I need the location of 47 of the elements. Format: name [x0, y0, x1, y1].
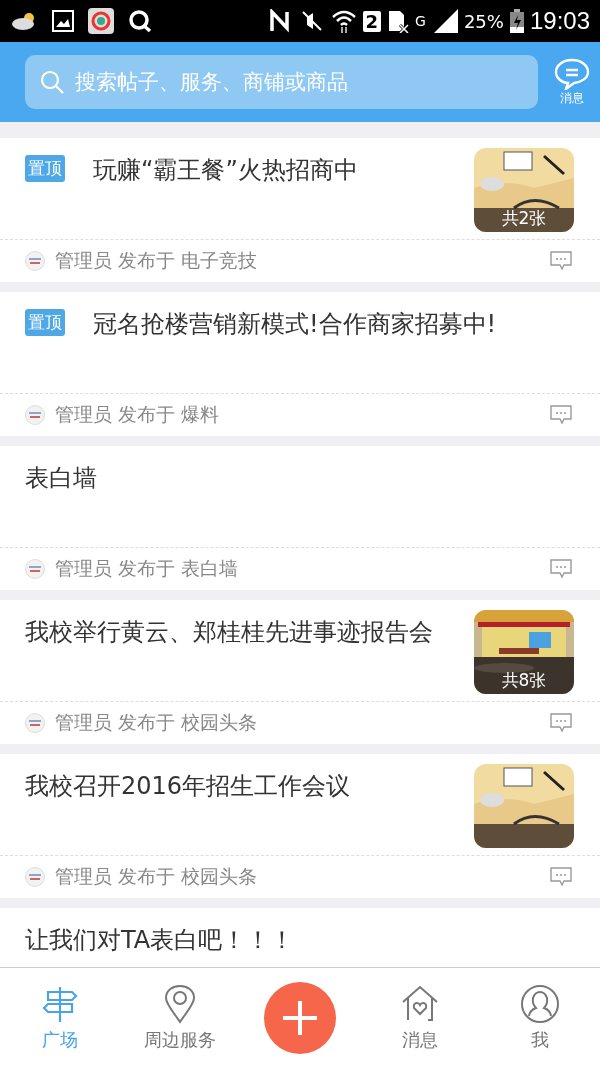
post-meta: 管理员 发布于 电子竞技 — [55, 248, 259, 273]
avatar-icon — [25, 251, 45, 271]
comment-icon[interactable] — [550, 251, 572, 271]
pinned-tag: 置顶 — [25, 155, 65, 182]
app-icon — [88, 8, 114, 34]
avatar-icon — [25, 559, 45, 579]
wifi-icon — [330, 9, 357, 33]
comment-icon[interactable] — [550, 713, 572, 733]
post-card[interactable]: 置顶 冠名抢楼营销新模式!合作商家招募中! 管理员 发布于 爆料 — [0, 292, 600, 436]
gallery-icon — [52, 10, 74, 32]
photo-count: 共2张 — [500, 207, 548, 230]
comment-icon[interactable] — [550, 405, 572, 425]
avatar-icon — [25, 713, 45, 733]
comment-icon[interactable] — [550, 867, 572, 887]
post-meta: 管理员 发布于 表白墙 — [55, 556, 240, 581]
post-title: 表白墙 — [25, 463, 97, 494]
avatar-icon — [25, 867, 45, 887]
post-title: 我校举行黄云、郑桂桂先进事迹报告会 — [25, 617, 433, 648]
avatar-icon — [25, 405, 45, 425]
post-title: 让我们对TA表白吧！！！ — [25, 925, 295, 956]
house-heart-icon — [400, 983, 440, 1024]
post-card[interactable]: 表白墙 管理员 发布于 表白墙 — [0, 446, 600, 590]
nav-tab[interactable]: 消息 — [360, 968, 480, 1067]
battery-percent: 25% — [463, 10, 504, 32]
network-type: G — [415, 13, 426, 29]
post-meta: 管理员 发布于 爆料 — [55, 402, 221, 427]
post-title: 玩赚“霸王餐”火热招商中 — [93, 155, 358, 186]
post-title: 冠名抢楼营销新模式!合作商家招募中! — [93, 309, 497, 340]
pinned-tag: 置顶 — [25, 309, 65, 336]
photo-count: 共8张 — [500, 669, 548, 692]
battery-icon — [509, 9, 524, 33]
search-field[interactable]: 搜索帖子、服务、商铺或商品 — [25, 55, 538, 109]
post-title: 我校召开2016年招生工作会议 — [25, 771, 351, 802]
nav-tab[interactable]: 我 — [480, 968, 600, 1067]
post-card[interactable]: 让我们对TA表白吧！！！ — [0, 908, 600, 967]
nav-tab[interactable]: 周边服务 — [120, 968, 240, 1067]
post-card[interactable]: 我校召开2016年招生工作会议 管理员 发布于 校园头条 — [0, 754, 600, 898]
search-icon — [39, 69, 65, 95]
sim-card-icon — [387, 9, 410, 33]
comment-icon[interactable] — [550, 559, 572, 579]
post-meta: 管理员 发布于 校园头条 — [55, 710, 259, 735]
post-card[interactable]: 置顶 玩赚“霸王餐”火热招商中 共2张 管理员 发布于 电子竞技 — [0, 138, 600, 282]
post-card[interactable]: 我校举行黄云、郑桂桂先进事迹报告会 共8张 管理员 发布于 校园头条 — [0, 600, 600, 744]
post-meta: 管理员 发布于 校园头条 — [55, 864, 259, 889]
clock: 19:03 — [529, 7, 590, 35]
person-icon — [520, 983, 560, 1024]
sim-slot-number: 2 — [362, 10, 382, 32]
